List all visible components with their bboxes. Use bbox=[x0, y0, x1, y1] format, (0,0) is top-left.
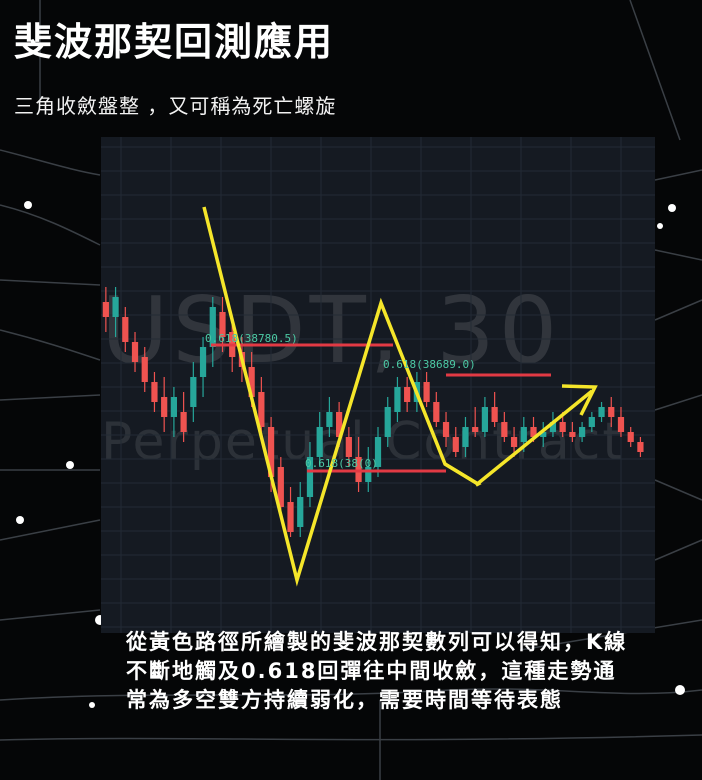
candle-body bbox=[423, 382, 430, 402]
candle-body bbox=[199, 347, 207, 377]
candle-body bbox=[190, 377, 197, 407]
candle-body bbox=[287, 502, 294, 532]
candle-body bbox=[161, 397, 168, 417]
candle-body bbox=[510, 437, 518, 447]
candle-body bbox=[637, 442, 644, 452]
candle-body bbox=[404, 387, 411, 402]
candlestick-chart-panel: USDT, 30 Perpetual Contract 0.618(38780.… bbox=[101, 137, 655, 633]
candlestick-chart bbox=[101, 137, 655, 633]
candle-body bbox=[617, 417, 625, 432]
candle-body bbox=[345, 437, 352, 457]
candle-body bbox=[297, 497, 304, 527]
candle-body bbox=[588, 417, 595, 427]
candle-body bbox=[481, 407, 489, 432]
fib-label-3: 0.618(38(0) bbox=[305, 457, 378, 470]
candle-body bbox=[102, 302, 109, 317]
candle-body bbox=[569, 432, 576, 437]
explanation-caption: 從黃色路徑所繪製的斐波那契數列可以得知，K線不斷地觸及0.618回彈往中間收斂，… bbox=[126, 630, 628, 712]
candle-body bbox=[472, 427, 479, 432]
candle-body bbox=[462, 427, 469, 447]
candle-body bbox=[180, 412, 187, 432]
candle-body bbox=[316, 427, 323, 457]
candle-body bbox=[151, 382, 158, 402]
fib-label-1: 0.618(38780.5) bbox=[205, 332, 298, 345]
candle-body bbox=[170, 397, 178, 417]
page-title: 斐波那契回測應用 bbox=[14, 20, 335, 64]
candle-body bbox=[112, 297, 119, 317]
candle-body bbox=[452, 437, 459, 452]
candle-body bbox=[520, 427, 527, 442]
candle-body bbox=[131, 342, 139, 362]
candle-body bbox=[442, 422, 450, 437]
candle-body bbox=[608, 407, 615, 417]
candle-body bbox=[598, 407, 605, 417]
fib-label-2: 0.618(38689.0) bbox=[383, 358, 476, 371]
candle-body bbox=[394, 387, 401, 412]
candle-body bbox=[122, 317, 129, 342]
page-subtitle: 三角收斂盤整 ，又可稱為死亡螺旋 bbox=[14, 94, 337, 118]
candle-body bbox=[326, 412, 333, 427]
candle-body bbox=[501, 422, 508, 437]
candle-body bbox=[384, 407, 391, 437]
candle-body bbox=[578, 427, 586, 437]
candle-body bbox=[491, 407, 498, 422]
candle-body bbox=[559, 422, 566, 432]
candle-body bbox=[141, 357, 148, 382]
candle-body bbox=[433, 402, 440, 422]
candle-body bbox=[627, 432, 634, 442]
